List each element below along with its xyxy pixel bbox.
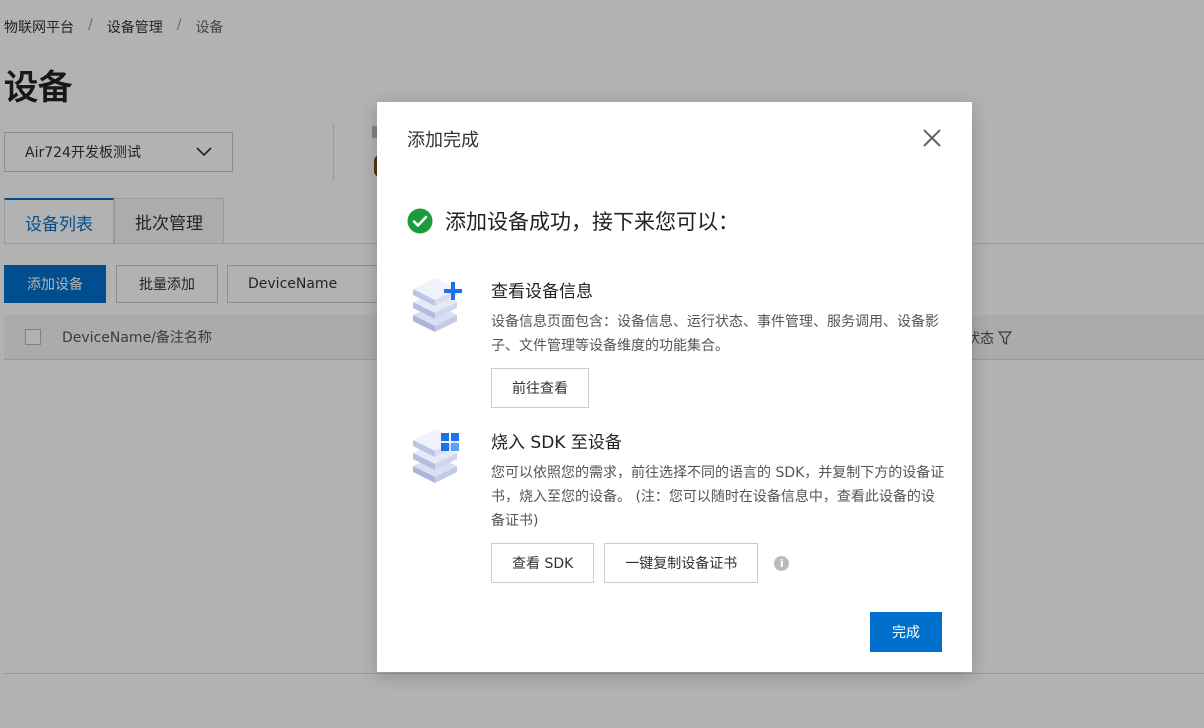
section-actions: 查看 SDK 一键复制设备证书 i: [491, 543, 947, 583]
add-complete-dialog: 添加完成 添加设备成功，接下来您可以： 查看设备信息 设备信息页面包含：设备信息…: [377, 102, 972, 672]
view-device-info-section: 查看设备信息 设备信息页面包含：设备信息、运行状态、事件管理、服务调用、设备影子…: [407, 277, 947, 408]
info-icon[interactable]: i: [774, 555, 790, 571]
done-button[interactable]: 完成: [870, 612, 942, 652]
section-content: 查看设备信息 设备信息页面包含：设备信息、运行状态、事件管理、服务调用、设备影子…: [491, 277, 947, 408]
section-title: 烧入 SDK 至设备: [491, 433, 622, 453]
view-sdk-button[interactable]: 查看 SDK: [491, 543, 595, 583]
section-content: 烧入 SDK 至设备 您可以依照您的需求，前往选择不同的语言的 SDK，并复制下…: [491, 428, 947, 583]
close-icon[interactable]: [918, 124, 946, 152]
section-description: 设备信息页面包含：设备信息、运行状态、事件管理、服务调用、设备影子、文件管理等设…: [491, 314, 939, 354]
device-info-icon: [413, 278, 462, 332]
copy-certificate-button[interactable]: 一键复制设备证书: [604, 543, 759, 583]
section-description: 您可以依照您的需求，前往选择不同的语言的 SDK，并复制下方的设备证书，烧入至您…: [491, 465, 945, 529]
check-circle-icon: [407, 208, 433, 234]
flash-sdk-section: 烧入 SDK 至设备 您可以依照您的需求，前往选择不同的语言的 SDK，并复制下…: [407, 428, 947, 583]
success-message: 添加设备成功，接下来您可以：: [407, 206, 739, 236]
go-view-button[interactable]: 前往查看: [491, 368, 589, 408]
section-actions: 前往查看: [491, 368, 947, 408]
section-title: 查看设备信息: [491, 282, 593, 302]
dialog-title: 添加完成: [407, 130, 479, 151]
success-text: 添加设备成功，接下来您可以：: [445, 210, 739, 234]
sdk-device-icon: [413, 429, 459, 483]
